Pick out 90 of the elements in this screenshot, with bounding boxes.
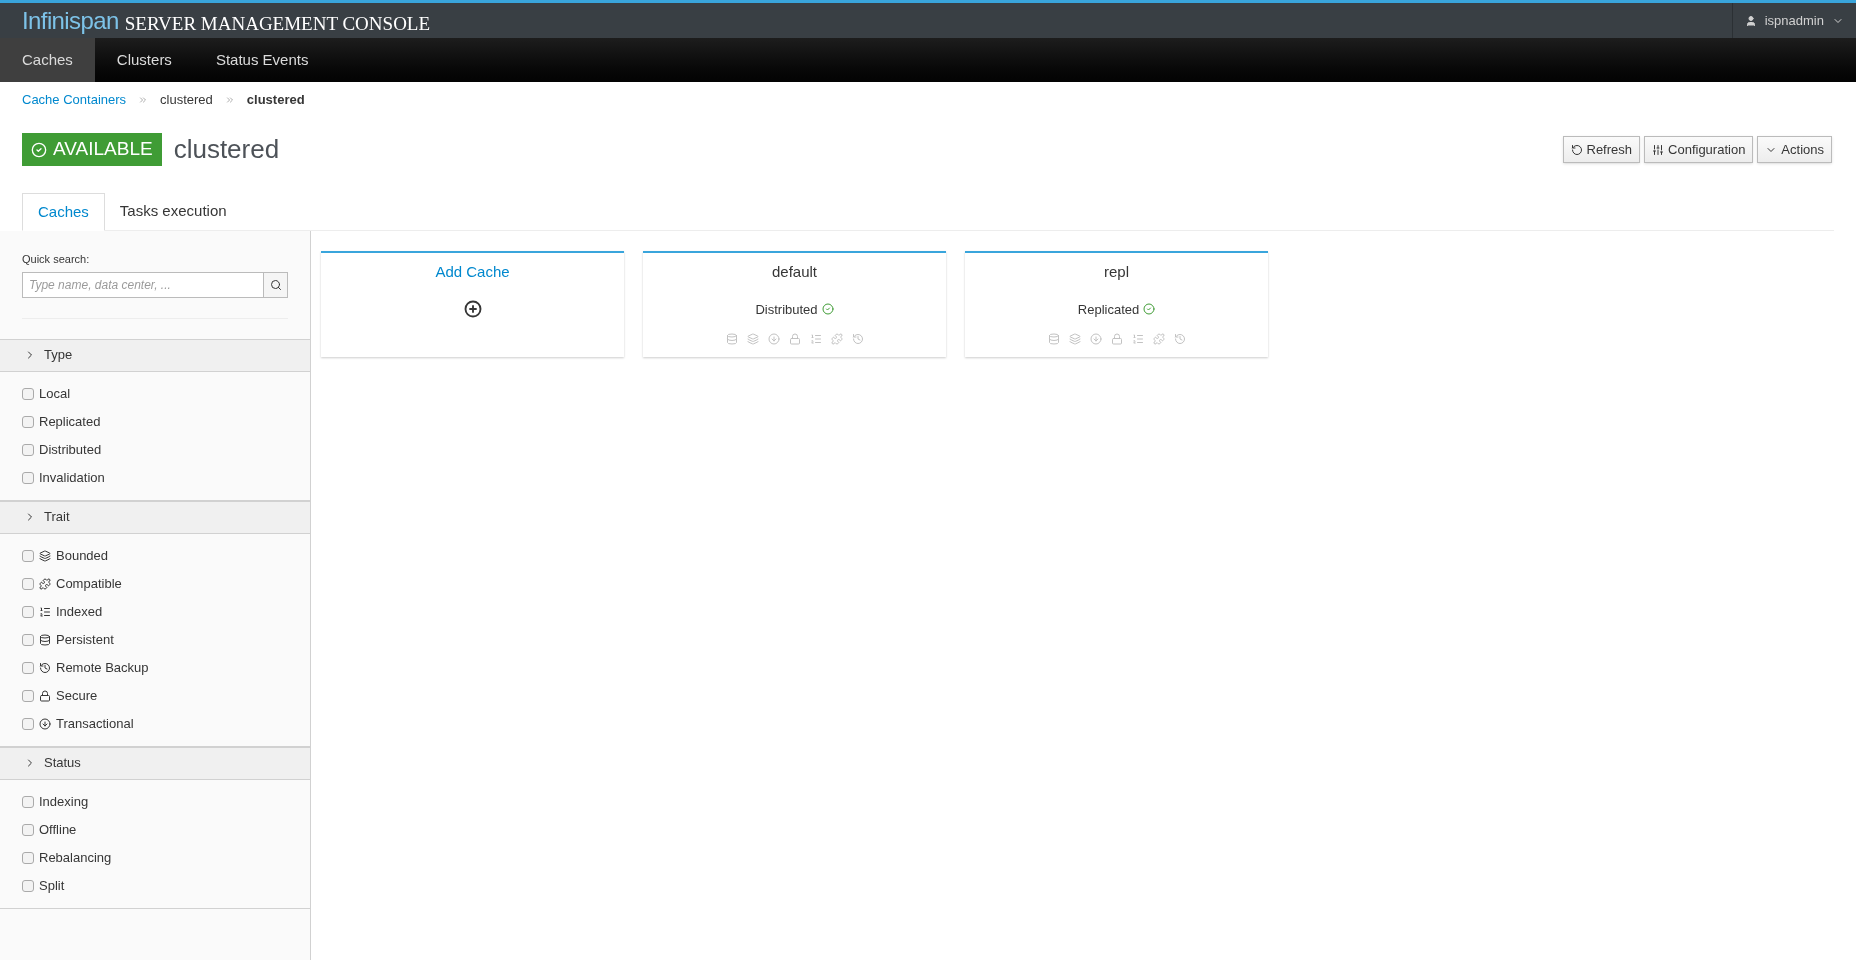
checkbox[interactable] [22, 633, 34, 646]
filter-group-header[interactable]: Status [0, 746, 310, 780]
checkbox[interactable] [22, 851, 34, 864]
cache-card[interactable]: repl Replicated [965, 251, 1268, 357]
check-circle-icon [821, 303, 834, 316]
history-icon [39, 661, 51, 674]
checkbox[interactable] [22, 661, 34, 674]
breadcrumb-link[interactable]: Cache Containers [22, 90, 127, 110]
filter-label: Invalidation [39, 468, 105, 487]
filter-label: Remote Backup [56, 658, 149, 677]
layers-icon [1068, 333, 1081, 345]
user-icon [1744, 14, 1757, 27]
checkbox[interactable] [22, 577, 34, 590]
database-icon [39, 633, 51, 646]
nav-tab[interactable]: Status Events [193, 38, 331, 82]
filter-label: Transactional [56, 714, 134, 733]
status-label: AVAILABLE [53, 137, 153, 162]
cache-card[interactable]: default Distributed [643, 251, 946, 357]
checkbox[interactable] [22, 879, 34, 892]
lock-icon [1110, 333, 1123, 345]
add-cache-link[interactable]: Add Cache [435, 261, 510, 284]
puzzle-icon [830, 333, 843, 345]
cache-type: Distributed [755, 300, 818, 319]
checkbox[interactable] [22, 387, 34, 400]
checkbox[interactable] [22, 795, 34, 808]
search-button[interactable] [264, 271, 288, 298]
history-icon [851, 333, 864, 345]
filter-label: Local [39, 384, 71, 403]
filter-label: Indexed [56, 602, 103, 621]
filter-label: Rebalancing [39, 848, 112, 867]
checkbox[interactable] [22, 823, 34, 836]
puzzle-icon [39, 577, 51, 590]
filter-group-title: Status [44, 754, 81, 773]
filter-label: Split [39, 876, 65, 895]
filter-label: Indexing [39, 792, 89, 811]
puzzle-icon [1152, 333, 1165, 345]
filter-group-title: Type [44, 346, 73, 365]
filter-label: Distributed [39, 440, 102, 459]
double-chevron-icon [138, 95, 149, 105]
filter-label: Bounded [56, 546, 109, 565]
cache-type: Replicated [1077, 300, 1140, 319]
database-icon [1047, 333, 1060, 345]
breadcrumb-item: clustered [160, 91, 213, 110]
check-circle-icon [1143, 303, 1156, 316]
check-circle-icon [31, 141, 47, 158]
filter-label: Replicated [39, 412, 101, 431]
nav-tab[interactable]: Clusters [94, 38, 194, 82]
checkbox[interactable] [22, 717, 34, 730]
toolbar-button[interactable]: Actions [1757, 136, 1832, 163]
search-label: Quick search: [22, 252, 91, 267]
search-icon [269, 278, 282, 291]
filter-group-header[interactable]: Type [0, 338, 310, 372]
checkbox[interactable] [22, 415, 34, 428]
toolbar-button[interactable]: Refresh [1562, 136, 1641, 163]
filter-label: Secure [56, 686, 98, 705]
page-title: clustered [173, 133, 280, 166]
filter-group-title: Trait [44, 508, 70, 527]
toolbar-button[interactable]: Configuration [1644, 136, 1754, 163]
filter-label: Compatible [56, 574, 122, 593]
double-chevron-icon [224, 95, 235, 105]
tab[interactable]: Caches [22, 193, 105, 231]
checkbox[interactable] [22, 549, 34, 562]
numbered-list-icon [39, 605, 51, 618]
database-icon [725, 333, 738, 345]
filter-label: Offline [39, 820, 77, 839]
tab[interactable]: Tasks execution [104, 193, 242, 230]
lock-icon [788, 333, 801, 345]
checkbox[interactable] [22, 605, 34, 618]
search-field[interactable]: Type name, data center, ... [22, 271, 264, 298]
filter-group-header[interactable]: Trait [0, 500, 310, 534]
app-title: SERVER MANAGEMENT CONSOLE [124, 13, 431, 33]
card-title: repl [1104, 262, 1129, 282]
numbered-list-icon [809, 333, 822, 345]
checkbox[interactable] [22, 689, 34, 702]
plus-circle-icon[interactable] [463, 299, 482, 318]
checkbox[interactable] [22, 443, 34, 456]
nav-tab[interactable]: Caches [0, 38, 95, 82]
lock-icon [39, 689, 51, 702]
card-title: default [771, 262, 817, 282]
logo: Infinispan [22, 8, 119, 33]
layers-icon [39, 549, 51, 562]
history-icon [1173, 333, 1186, 345]
breadcrumb-item: clustered [246, 91, 305, 110]
cache-card[interactable]: Add Cache [321, 251, 624, 357]
sliders-icon [1652, 143, 1665, 156]
refresh-icon [1570, 143, 1583, 156]
layers-icon [746, 333, 759, 345]
numbered-list-icon [1131, 333, 1144, 345]
filter-label: Persistent [56, 630, 114, 649]
checkbox[interactable] [22, 471, 34, 484]
